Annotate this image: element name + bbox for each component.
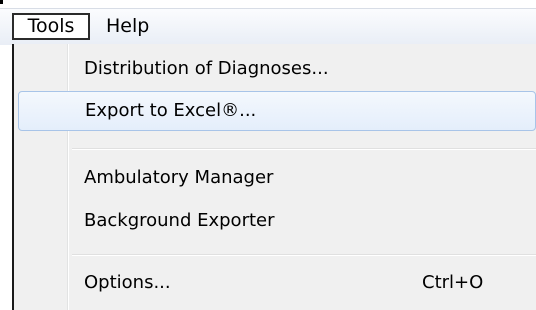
menu-help[interactable]: Help [100,13,155,40]
menu-item-ambulatory-manager[interactable]: Ambulatory Manager [18,159,536,199]
menu-item-label: Background Exporter [84,210,275,231]
menu-separator [72,148,536,150]
menu-item-label: Export to Excel®... [85,100,257,121]
menu-item-shortcut: Ctrl+O [422,272,484,293]
menu-tools[interactable]: Tools [12,13,90,40]
menu-bar: Tools Help [0,8,536,45]
menu-item-background-exporter[interactable]: Background Exporter [18,202,536,242]
menu-item-options[interactable]: Options... Ctrl+O [18,264,536,304]
menu-item-export-to-excel[interactable]: Export to Excel®... [18,91,536,131]
menu-item-label: Options... [84,272,171,293]
menu-separator [72,254,536,256]
corner-mark [0,0,3,4]
tools-dropdown-menu: Distribution of Diagnoses... Export to E… [12,44,536,310]
menu-item-distribution-of-diagnoses[interactable]: Distribution of Diagnoses... [18,50,536,90]
menu-item-label: Ambulatory Manager [84,167,274,188]
menu-item-label: Distribution of Diagnoses... [84,58,329,79]
screenshot-stage: Tools Help Distribution of Diagnoses... … [0,0,536,310]
